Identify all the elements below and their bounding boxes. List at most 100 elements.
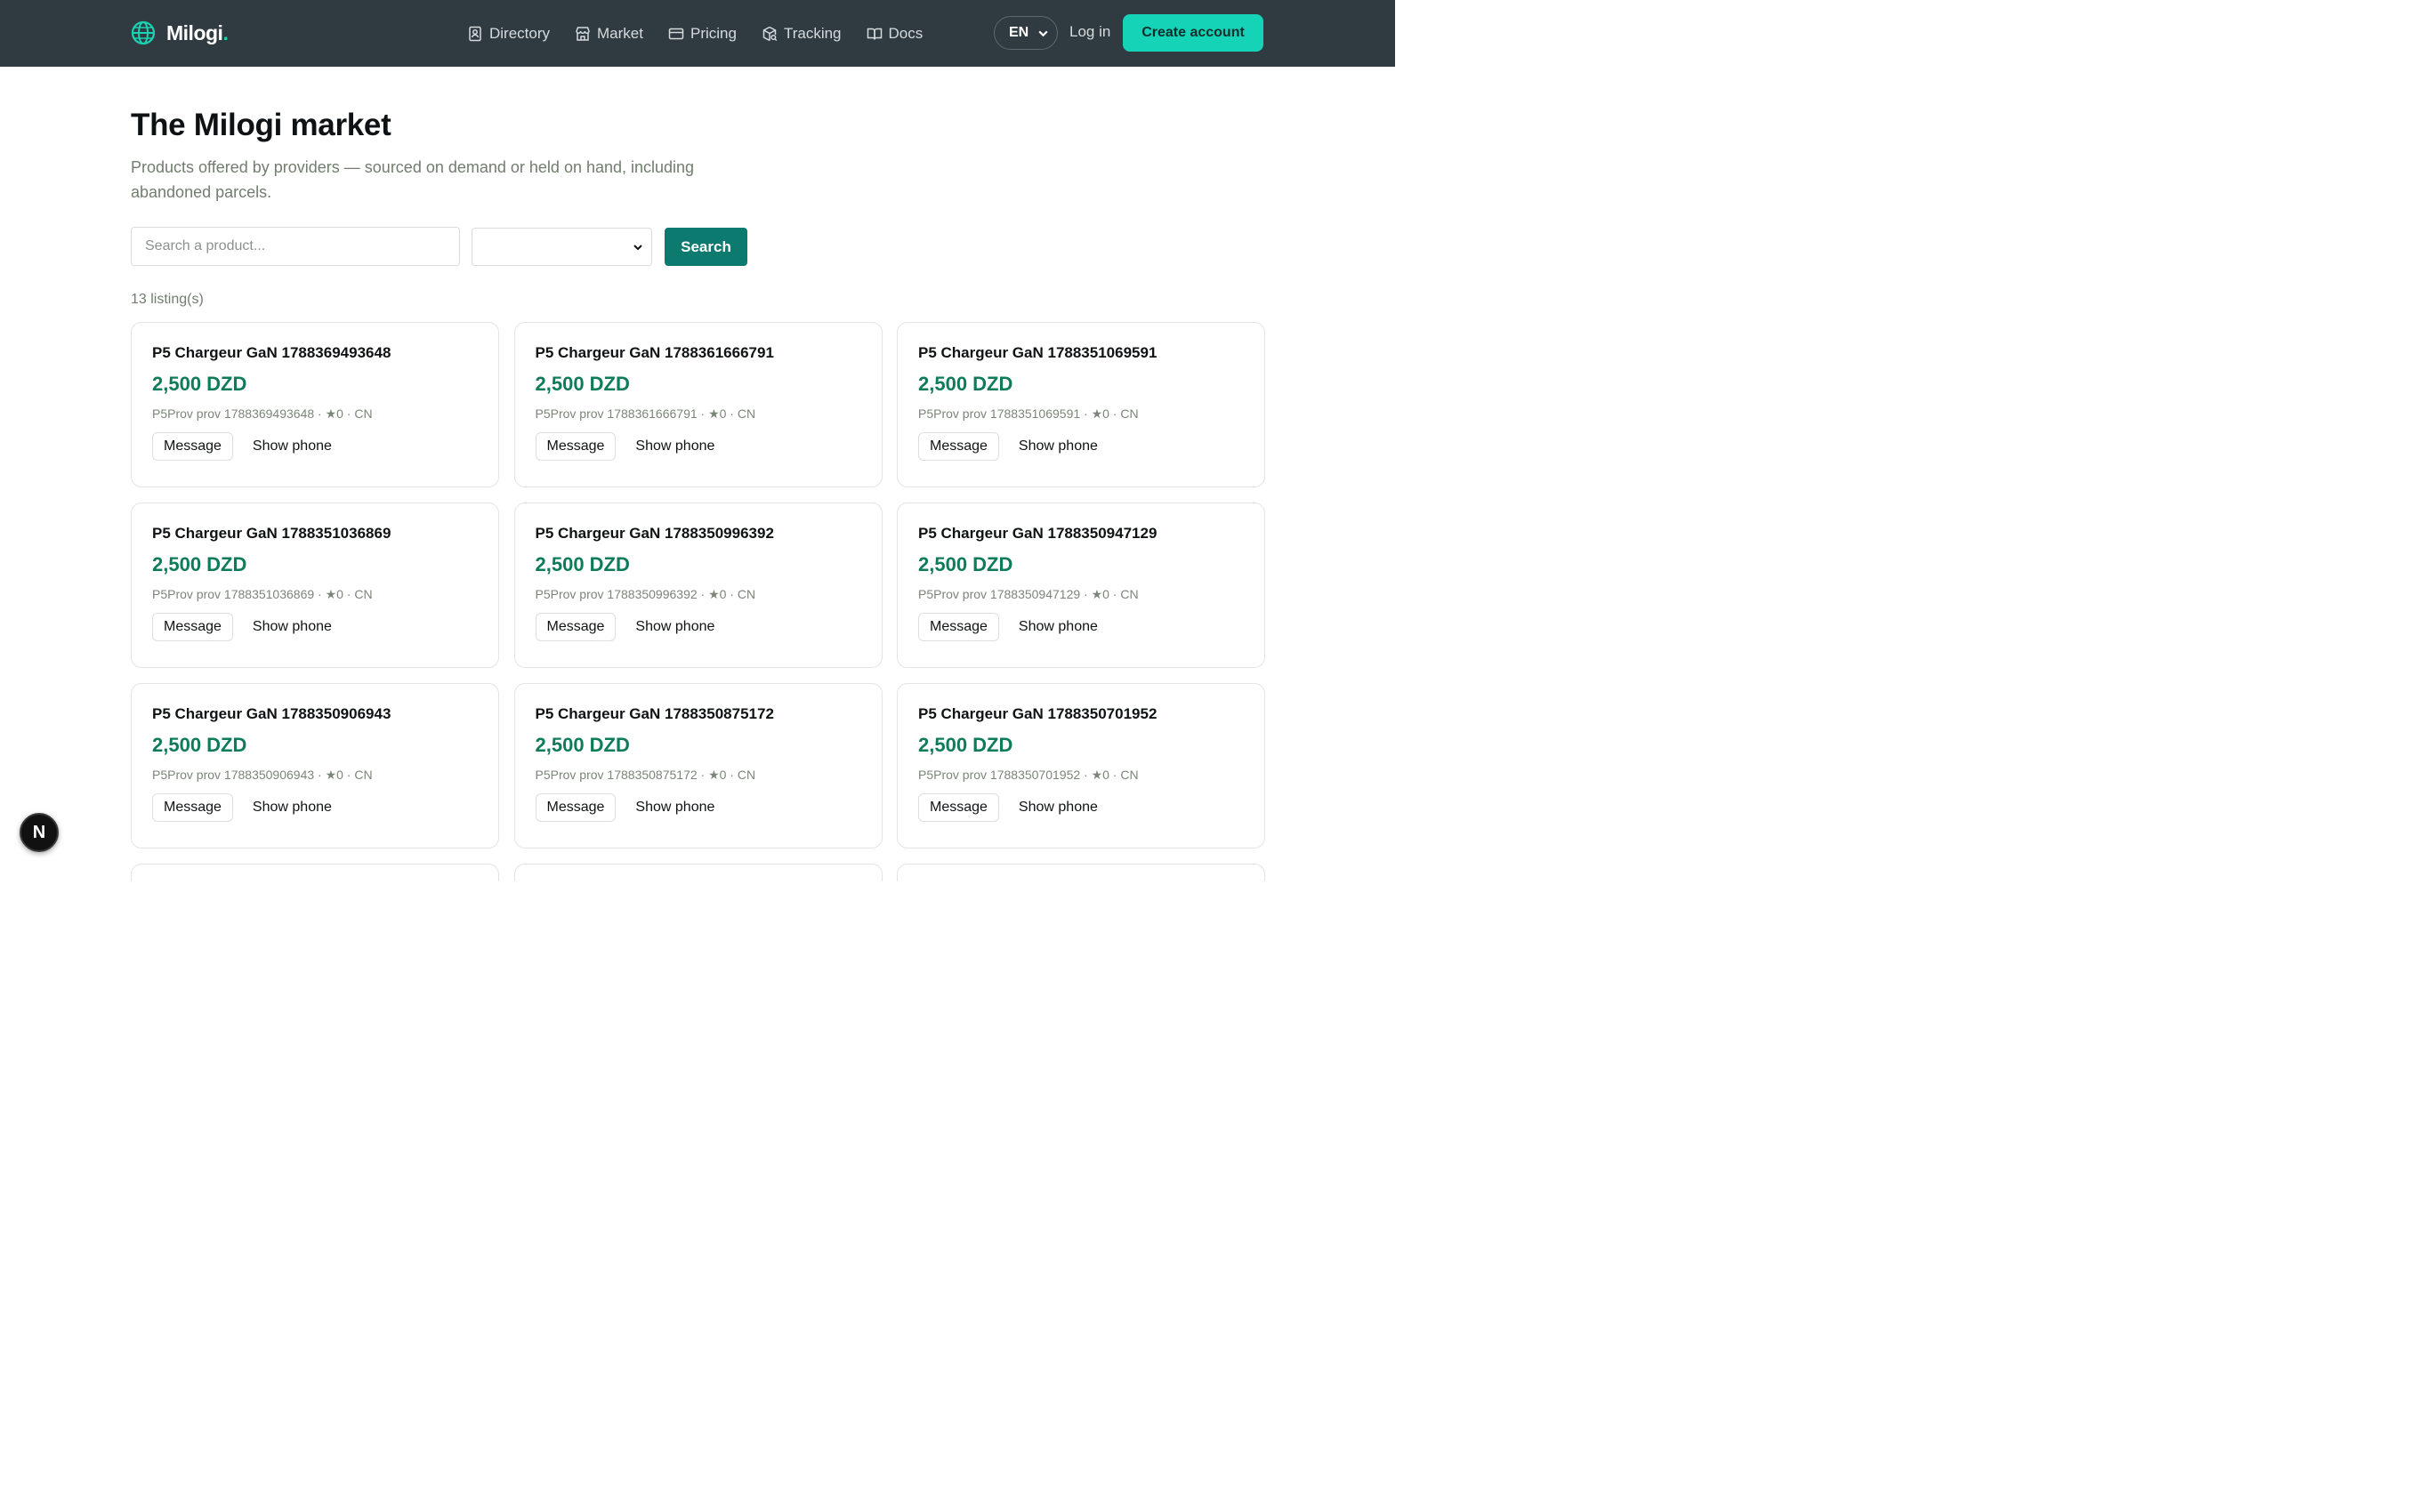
listing-card-partial xyxy=(897,864,1265,881)
listing-provider-meta: P5Prov prov 1788350701952 · ★0 · CN xyxy=(918,768,1139,782)
package-search-icon xyxy=(762,26,778,42)
listing-actions: Message Show phone xyxy=(152,613,478,641)
brand-logo-link[interactable]: Milogi . xyxy=(131,19,229,47)
message-button[interactable]: Message xyxy=(535,432,617,461)
listing-title[interactable]: P5 Chargeur GaN 1788361666791 xyxy=(536,344,861,362)
listing-provider-meta: P5Prov prov 1788350906943 · ★0 · CN xyxy=(152,768,373,782)
listing-price: 2,500 DZD xyxy=(152,373,247,395)
listing-actions: Message Show phone xyxy=(918,432,1244,461)
listing-actions: Message Show phone xyxy=(918,613,1244,641)
main-nav: Directory Market Pricing Tracking Docs xyxy=(467,21,948,46)
show-phone-button[interactable]: Show phone xyxy=(253,800,332,816)
listing-actions: Message Show phone xyxy=(152,793,478,822)
nav-tracking-label: Tracking xyxy=(783,25,842,42)
show-phone-button[interactable]: Show phone xyxy=(253,619,332,635)
nav-market-label: Market xyxy=(597,25,643,42)
listing-actions: Message Show phone xyxy=(918,793,1244,822)
listing-actions: Message Show phone xyxy=(535,432,861,461)
listing-title[interactable]: P5 Chargeur GaN 1788350996392 xyxy=(536,525,861,543)
show-phone-button[interactable]: Show phone xyxy=(1019,438,1098,454)
listing-provider-meta: P5Prov prov 1788361666791 · ★0 · CN xyxy=(535,406,756,421)
product-search-input[interactable] xyxy=(131,227,460,266)
dev-tools-badge[interactable]: N xyxy=(20,813,59,852)
brand-name: Milogi xyxy=(166,20,223,44)
listing-price: 2,500 DZD xyxy=(535,373,630,395)
listing-card: P5 Chargeur GaN 1788369493648 2,500 DZD … xyxy=(131,322,499,487)
listing-card-partial xyxy=(131,864,499,881)
globe-icon xyxy=(131,20,156,45)
listing-price: 2,500 DZD xyxy=(535,734,630,756)
listing-price: 2,500 DZD xyxy=(152,553,247,575)
contact-book-icon xyxy=(469,26,481,42)
listing-card: P5 Chargeur GaN 1788351069591 2,500 DZD … xyxy=(897,322,1265,487)
listing-actions: Message Show phone xyxy=(152,432,478,461)
message-button[interactable]: Message xyxy=(918,432,999,461)
nav-directory[interactable]: Directory xyxy=(467,25,550,43)
message-button[interactable]: Message xyxy=(918,613,999,641)
nav-tracking[interactable]: Tracking xyxy=(762,25,842,43)
message-button[interactable]: Message xyxy=(152,793,233,822)
create-account-button[interactable]: Create account xyxy=(1123,14,1263,52)
listing-card: P5 Chargeur GaN 1788350947129 2,500 DZD … xyxy=(897,503,1265,668)
language-select[interactable]: EN xyxy=(994,16,1058,50)
listing-price: 2,500 DZD xyxy=(918,553,1013,575)
listing-provider-meta: P5Prov prov 1788369493648 · ★0 · CN xyxy=(152,406,373,421)
listing-card: P5 Chargeur GaN 1788350906943 2,500 DZD … xyxy=(131,683,499,848)
show-phone-button[interactable]: Show phone xyxy=(635,619,714,635)
listing-title[interactable]: P5 Chargeur GaN 1788350875172 xyxy=(536,705,861,723)
language-value: EN xyxy=(1009,25,1029,40)
message-button[interactable]: Message xyxy=(535,793,617,822)
listing-actions: Message Show phone xyxy=(535,613,861,641)
nav-directory-label: Directory xyxy=(489,25,551,42)
nav-docs-label: Docs xyxy=(888,25,924,42)
top-navbar: Milogi . Directory Market Pricing Tracki… xyxy=(0,0,1395,67)
show-phone-button[interactable]: Show phone xyxy=(253,438,332,454)
page-title: The Milogi market xyxy=(131,108,391,142)
listing-card: P5 Chargeur GaN 1788361666791 2,500 DZD … xyxy=(513,322,883,487)
listing-provider-meta: P5Prov prov 1788351069591 · ★0 · CN xyxy=(918,406,1139,421)
chevron-down-icon xyxy=(1038,30,1048,37)
listing-provider-meta: P5Prov prov 1788351036869 · ★0 · CN xyxy=(152,587,373,601)
listing-provider-meta: P5Prov prov 1788350947129 · ★0 · CN xyxy=(918,587,1139,601)
credit-card-icon xyxy=(668,28,684,40)
listing-price: 2,500 DZD xyxy=(152,734,247,756)
message-button[interactable]: Message xyxy=(152,432,233,461)
open-book-icon xyxy=(867,28,882,40)
listing-card: P5 Chargeur GaN 1788351036869 2,500 DZD … xyxy=(131,503,499,668)
nav-docs[interactable]: Docs xyxy=(867,25,924,43)
message-button[interactable]: Message xyxy=(152,613,233,641)
listing-card: P5 Chargeur GaN 1788350701952 2,500 DZD … xyxy=(897,683,1265,848)
show-phone-button[interactable]: Show phone xyxy=(635,800,714,816)
listing-grid: P5 Chargeur GaN 1788369493648 2,500 DZD … xyxy=(131,322,1265,881)
nav-pricing-label: Pricing xyxy=(690,25,737,42)
brand-dot: . xyxy=(222,20,229,44)
nav-market[interactable]: Market xyxy=(575,25,643,43)
message-button[interactable]: Message xyxy=(535,613,617,641)
search-button[interactable]: Search xyxy=(665,228,747,266)
listing-price: 2,500 DZD xyxy=(535,553,630,575)
login-link[interactable]: Log in xyxy=(1069,23,1110,41)
listing-title[interactable]: P5 Chargeur GaN 1788351036869 xyxy=(152,525,478,543)
show-phone-button[interactable]: Show phone xyxy=(1019,619,1098,635)
listing-card: P5 Chargeur GaN 1788350996392 2,500 DZD … xyxy=(513,503,883,668)
listing-card-partial xyxy=(513,864,883,881)
chevron-down-icon xyxy=(633,245,642,251)
listing-card: P5 Chargeur GaN 1788350875172 2,500 DZD … xyxy=(513,683,883,848)
listing-title[interactable]: P5 Chargeur GaN 1788351069591 xyxy=(918,344,1244,362)
listing-title[interactable]: P5 Chargeur GaN 1788350906943 xyxy=(152,705,478,723)
listing-price: 2,500 DZD xyxy=(918,734,1013,756)
category-select[interactable] xyxy=(472,228,652,266)
listing-title[interactable]: P5 Chargeur GaN 1788350947129 xyxy=(918,525,1244,543)
listing-price: 2,500 DZD xyxy=(918,373,1013,395)
page-subtitle: Products offered by providers — sourced … xyxy=(131,158,695,201)
listing-provider-meta: P5Prov prov 1788350996392 · ★0 · CN xyxy=(535,587,756,601)
listing-title[interactable]: P5 Chargeur GaN 1788369493648 xyxy=(152,344,478,362)
show-phone-button[interactable]: Show phone xyxy=(635,438,714,454)
message-button[interactable]: Message xyxy=(918,793,999,822)
nav-pricing[interactable]: Pricing xyxy=(668,25,737,43)
listing-provider-meta: P5Prov prov 1788350875172 · ★0 · CN xyxy=(535,768,756,782)
storefront-icon xyxy=(576,27,590,41)
listing-actions: Message Show phone xyxy=(535,793,861,822)
listing-title[interactable]: P5 Chargeur GaN 1788350701952 xyxy=(918,705,1244,723)
show-phone-button[interactable]: Show phone xyxy=(1019,800,1098,816)
